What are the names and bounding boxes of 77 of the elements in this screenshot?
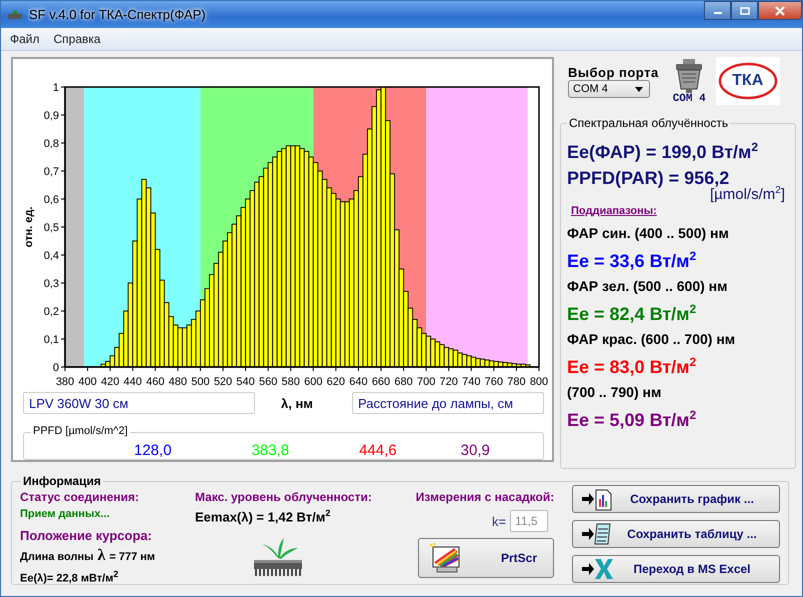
cursor-label: Положение курсора: <box>20 528 152 543</box>
ppfd-value: 30,9 <box>460 442 490 458</box>
axis-tick-label: 740 <box>462 376 480 388</box>
group-title: Спектральная облучённость <box>567 116 730 130</box>
axis-tick-label: 660 <box>372 376 390 388</box>
status-label: Статус соединения: <box>20 490 139 504</box>
group-title: PPFD [µmol/s/m^2] <box>31 425 130 437</box>
band-label: ФАР син. (400 .. 500) нм <box>567 224 729 243</box>
max-label: Макс. уровень облученности: <box>195 490 372 504</box>
axis-tick-label: 0,6 <box>44 194 59 206</box>
axis-tick-label: 640 <box>349 376 368 388</box>
axis-tick-label: 600 <box>304 376 322 388</box>
band-label: ФАР зел. (500 .. 600) нм <box>567 277 728 296</box>
axis-tick-label: 0,3 <box>44 278 59 290</box>
axis-tick-label: 380 <box>56 376 74 388</box>
axis-tick-label: 560 <box>258 376 278 388</box>
max-value: Eemax(λ) = 1,42 Вт/м$^{2}$ <box>195 508 330 524</box>
cursor-irradiance: Ee(λ)= 22,8 мВт/м$^{2}$ <box>20 569 118 585</box>
axis-tick-label: 680 <box>394 376 413 388</box>
logo: ТКА <box>716 57 780 105</box>
axis-tick-label: 0,4 <box>44 250 59 262</box>
axis-tick-label: 700 <box>416 376 436 388</box>
ppfd-total: PPFD(PAR) = 956,2 <box>567 167 730 188</box>
axis-tick-label: 0,9 <box>44 110 59 122</box>
action-button[interactable]: Переход в MS Excel <box>572 555 780 583</box>
axis-tick-label: 800 <box>530 376 548 388</box>
axis-tick-label: 0,7 <box>44 166 59 178</box>
subranges-title: Поддиапазоны: <box>571 205 657 217</box>
axis-tick-label: 0,8 <box>44 138 59 150</box>
axis-tick-label: 440 <box>124 376 142 388</box>
band-irradiance: Ee = 82,4 Вт/м$^{2}$ <box>567 301 696 326</box>
band-irradiance: Ee = 83,0 Вт/м$^{2}$ <box>567 354 696 379</box>
menu-item[interactable]: Справка <box>54 32 101 46</box>
ppfd-value: 444,6 <box>359 442 397 458</box>
axis-tick-label: 520 <box>214 376 232 388</box>
lambda-symbol: λ <box>98 547 106 565</box>
axis-tick-label: 0,1 <box>44 334 59 346</box>
axis-tick-label: 760 <box>484 376 504 388</box>
wavelength-value: = 777 нм <box>109 551 156 563</box>
axis-tick-label: 500 <box>191 376 210 388</box>
window-title: SF v.4.0 for ТКА-Спектр(ФАР) <box>29 7 206 22</box>
axis-tick-label: 1 <box>52 82 59 94</box>
axis-title: λ, нм <box>281 396 313 411</box>
wavelength-label: Длина волны <box>20 551 94 563</box>
axis-tick-label: 720 <box>440 376 458 388</box>
axis-tick-label: 460 <box>146 376 164 388</box>
band-irradiance: Ee = 5,09 Вт/м$^{2}$ <box>567 407 696 432</box>
menu-item[interactable]: Файл <box>10 32 40 46</box>
ppfd-value: 383,8 <box>252 442 290 458</box>
band-label: ФАР крас. (600 .. 700) нм <box>567 330 736 349</box>
text-field[interactable]: Расстояние до лампы, см <box>352 392 544 414</box>
nozzle-label: Измерения с насадкой: <box>416 490 554 504</box>
axis-tick-label: 400 <box>78 376 97 388</box>
status-value: Прием данных... <box>20 508 110 520</box>
ppfd-value: 128,0 <box>134 442 172 458</box>
print-screen-button[interactable]: PrtScr <box>418 538 554 578</box>
axis-tick-label: 0 <box>52 362 59 374</box>
axis-tick-label: 420 <box>100 376 120 388</box>
axis-tick-label: 0,5 <box>44 222 59 234</box>
axis-tick-label: 620 <box>326 376 346 388</box>
axis-tick-label: 780 <box>507 376 526 388</box>
band-irradiance: Ee = 33,6 Вт/м$^{2}$ <box>567 248 696 273</box>
axis-tick-label: 0,2 <box>44 306 59 318</box>
action-button[interactable]: Сохранить таблицу ... <box>572 520 780 548</box>
axis-title: отн. ед. <box>23 206 35 248</box>
port-dropdown[interactable]: COM 4 <box>568 80 650 98</box>
group-title: Информация <box>21 474 103 488</box>
action-button[interactable]: Сохранить график ... <box>572 485 780 513</box>
port-status: COM 4 <box>672 93 706 105</box>
text-field[interactable]: LPV 360W 30 см <box>23 392 255 414</box>
total-irradiance: Ee(ФАР) = 199,0 Вт/м$^{2}$ <box>567 139 758 164</box>
axis-tick-label: 480 <box>168 376 188 388</box>
band-label: (700 .. 790) нм <box>567 383 662 402</box>
k-label: k= <box>492 514 506 528</box>
axis-tick-label: 540 <box>236 376 255 388</box>
axis-tick-label: 580 <box>282 376 300 388</box>
port-label: Выбор порта <box>568 65 659 80</box>
